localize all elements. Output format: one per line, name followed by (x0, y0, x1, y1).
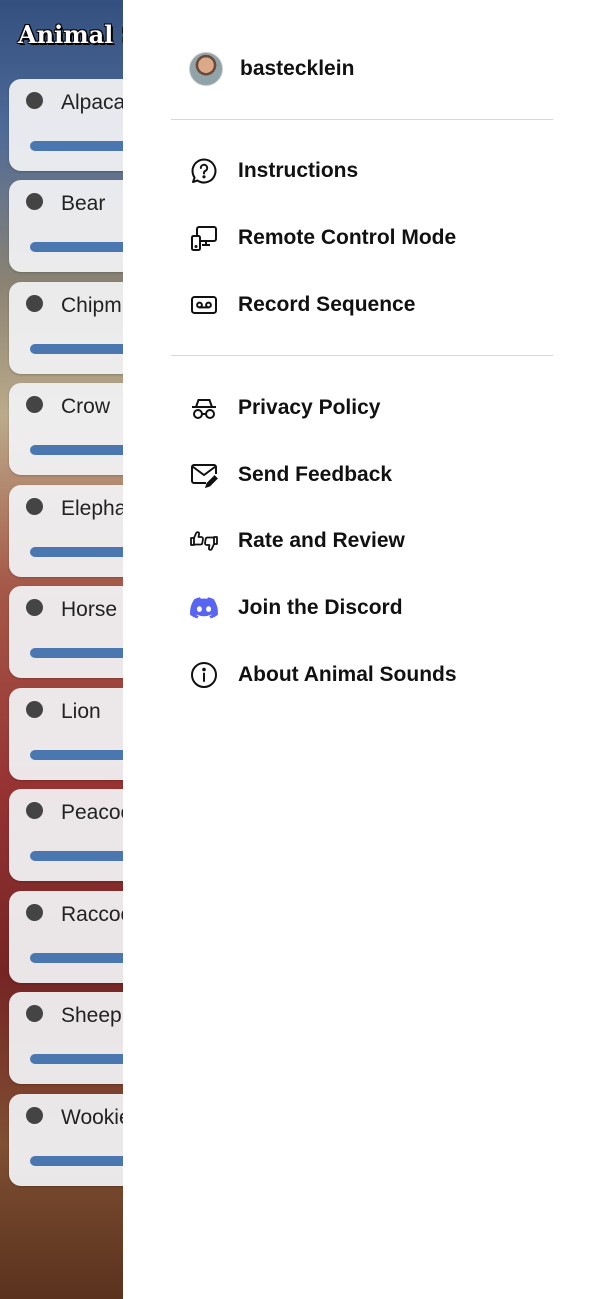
animal-dot-icon (26, 295, 43, 312)
animal-dot-icon (26, 701, 43, 718)
tape-icon (189, 290, 219, 320)
profile-row[interactable]: bastecklein (189, 52, 354, 86)
mail-edit-icon (189, 460, 219, 490)
menu-label: Rate and Review (238, 529, 405, 552)
menu-item-send-feedback[interactable]: Send Feedback (189, 455, 392, 495)
menu-item-join-the-discord[interactable]: Join the Discord (189, 588, 403, 628)
menu-label: Privacy Policy (238, 396, 381, 419)
menu-item-about-animal-sounds[interactable]: About Animal Sounds (189, 655, 457, 695)
menu-item-privacy-policy[interactable]: Privacy Policy (189, 388, 380, 428)
animal-name: Bear (61, 192, 106, 215)
question-bubble-icon (189, 156, 219, 186)
menu-item-remote-control-mode[interactable]: Remote Control Mode (189, 218, 456, 258)
animal-dot-icon (26, 396, 43, 413)
menu-label: Remote Control Mode (238, 226, 457, 249)
animal-dot-icon (26, 1005, 43, 1022)
animal-dot-icon (26, 498, 43, 515)
discord-icon (189, 593, 219, 623)
divider (171, 119, 553, 120)
remote-devices-icon (189, 223, 219, 253)
animal-dot-icon (26, 193, 43, 210)
side-drawer: bastecklein Instructions Remote Control … (123, 0, 600, 1299)
animal-name: Crow (61, 395, 111, 418)
animal-dot-icon (26, 1107, 43, 1124)
menu-item-rate-and-review[interactable]: Rate and Review (189, 521, 405, 561)
animal-name: Wookie (61, 1106, 131, 1129)
menu-label: About Animal Sounds (238, 663, 457, 686)
avatar (189, 52, 223, 86)
animal-name: Horse (61, 598, 118, 621)
menu-label: Record Sequence (238, 293, 416, 316)
incognito-icon (189, 393, 219, 423)
menu-label: Instructions (238, 159, 359, 182)
menu-item-instructions[interactable]: Instructions (189, 151, 358, 191)
animal-dot-icon (26, 92, 43, 109)
animal-dot-icon (26, 904, 43, 921)
menu-label: Send Feedback (238, 463, 393, 486)
divider (171, 355, 553, 356)
profile-username: bastecklein (240, 57, 355, 80)
animal-dot-icon (26, 802, 43, 819)
animal-dot-icon (26, 599, 43, 616)
thumbs-icon (189, 526, 219, 556)
menu-label: Join the Discord (238, 596, 403, 619)
animal-name: Sheep (61, 1004, 122, 1027)
animal-name: Alpaca (61, 91, 126, 114)
animal-name: Lion (61, 700, 101, 723)
info-icon (189, 660, 219, 690)
menu-item-record-sequence[interactable]: Record Sequence (189, 285, 415, 325)
